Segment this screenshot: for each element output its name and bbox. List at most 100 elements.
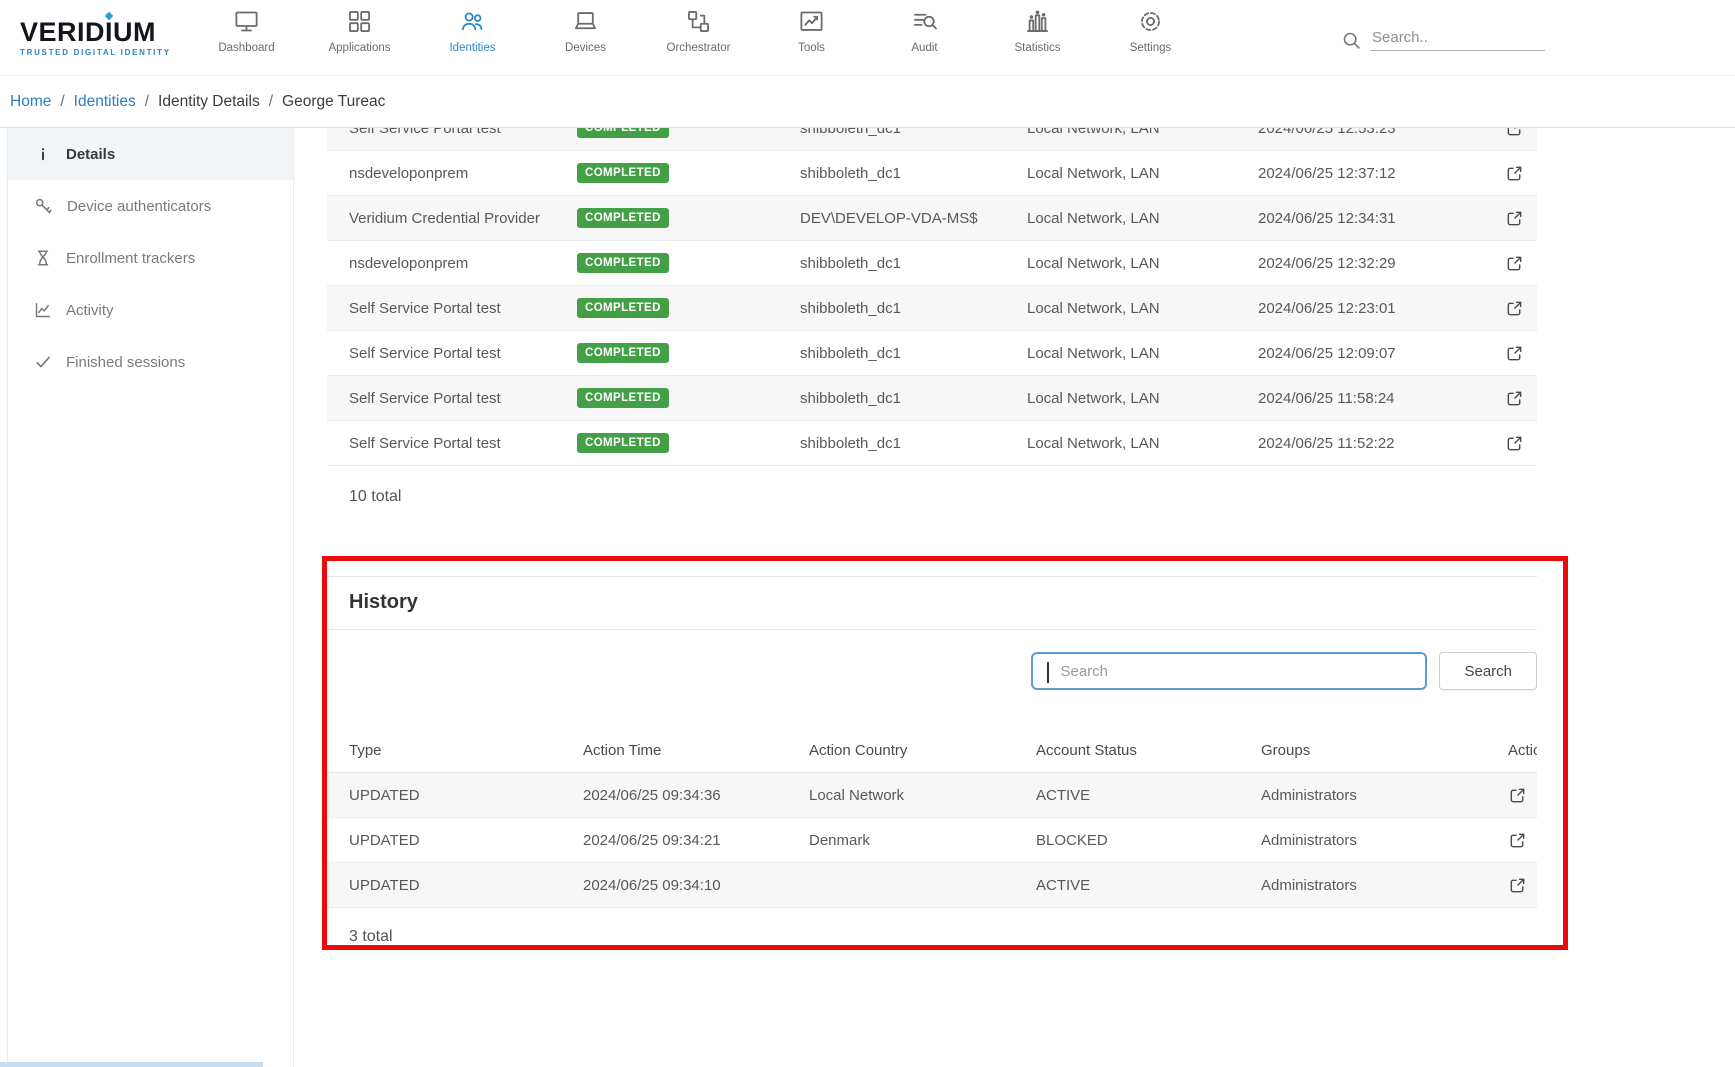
history-action-country: Denmark	[809, 832, 1036, 849]
breadcrumb-identities[interactable]: Identities	[74, 93, 136, 111]
open-session-icon[interactable]	[1505, 389, 1524, 408]
history-section: History Search Type Action Time Action C…	[327, 576, 1537, 978]
session-row: Self Service Portal test COMPLETED shibb…	[327, 286, 1537, 331]
status-badge: COMPLETED	[577, 298, 669, 318]
history-type: UPDATED	[349, 832, 583, 849]
history-search-input[interactable]	[1033, 654, 1425, 688]
nav-item-statistics[interactable]: Statistics	[981, 8, 1094, 54]
veridium-logo[interactable]: VERIDIUM TRUSTED DIGITAL IDENTITY	[0, 19, 190, 57]
nav-label: Settings	[1130, 42, 1172, 54]
session-row: Self Service Portal test COMPLETED shibb…	[327, 128, 1537, 151]
history-total: 3 total	[327, 908, 1537, 978]
nav-item-identities[interactable]: Identities	[416, 8, 529, 54]
history-action-time: 2024/06/25 09:34:36	[583, 787, 809, 804]
open-history-icon[interactable]	[1508, 786, 1527, 805]
history-account-status: ACTIVE	[1036, 787, 1261, 804]
column-header-type: Type	[349, 742, 583, 759]
open-session-icon[interactable]	[1505, 299, 1524, 318]
nav-item-settings[interactable]: Settings	[1094, 8, 1207, 54]
history-row: UPDATED 2024/06/25 09:34:36 Local Networ…	[327, 773, 1537, 818]
session-application: Self Service Portal test	[349, 128, 577, 137]
sessions-table: Self Service Portal test COMPLETED shibb…	[327, 128, 1537, 536]
session-row: nsdeveloponprem COMPLETED shibboleth_dc1…	[327, 151, 1537, 196]
logo-name: VERIDIUM	[20, 19, 190, 46]
sidebar-item-finished-sessions[interactable]: Finished sessions	[8, 336, 293, 388]
hourglass-icon	[34, 249, 52, 267]
session-time: 2024/06/25 12:09:07	[1258, 345, 1505, 362]
sessions-rows: Self Service Portal test COMPLETED shibb…	[327, 128, 1537, 466]
orchestrator-icon	[685, 8, 712, 35]
bottom-left-strip	[0, 1062, 263, 1067]
session-application: Self Service Portal test	[349, 390, 577, 407]
session-network: Local Network, LAN	[1027, 435, 1258, 452]
identities-icon	[459, 8, 486, 35]
column-header-actions: Actions	[1508, 742, 1537, 759]
open-session-icon[interactable]	[1505, 434, 1524, 453]
session-network: Local Network, LAN	[1027, 300, 1258, 317]
nav-item-devices[interactable]: Devices	[529, 8, 642, 54]
session-application: nsdeveloponprem	[349, 255, 577, 272]
session-application: nsdeveloponprem	[349, 165, 577, 182]
breadcrumb: Home / Identities / Identity Details / G…	[0, 76, 1735, 128]
open-session-icon[interactable]	[1505, 344, 1524, 363]
nav-label: Dashboard	[218, 42, 274, 54]
history-groups: Administrators	[1261, 787, 1508, 804]
history-groups: Administrators	[1261, 877, 1508, 894]
sidebar-item-enrollment-trackers[interactable]: Enrollment trackers	[8, 232, 293, 284]
session-time: 2024/06/25 12:37:12	[1258, 165, 1505, 182]
session-row: Self Service Portal test COMPLETED shibb…	[327, 331, 1537, 376]
history-action-time: 2024/06/25 09:34:10	[583, 877, 809, 894]
breadcrumb-current-user: George Tureac	[282, 93, 385, 111]
history-account-status: BLOCKED	[1036, 832, 1261, 849]
main-content: Self Service Portal test COMPLETED shibb…	[327, 128, 1537, 1067]
tools-icon	[798, 8, 825, 35]
session-row: Veridium Credential Provider COMPLETED D…	[327, 196, 1537, 241]
session-application: Self Service Portal test	[349, 300, 577, 317]
history-action-time: 2024/06/25 09:34:21	[583, 832, 809, 849]
nav-label: Applications	[328, 42, 390, 54]
session-device: DEV\DEVELOP-VDA-MS$	[800, 210, 1027, 227]
nav-item-tools[interactable]: Tools	[755, 8, 868, 54]
session-network: Local Network, LAN	[1027, 165, 1258, 182]
sidebar-item-activity[interactable]: Activity	[8, 284, 293, 336]
nav-label: Devices	[565, 42, 606, 54]
global-search-input[interactable]	[1370, 25, 1545, 51]
session-time: 2024/06/25 12:32:29	[1258, 255, 1505, 272]
session-application: Veridium Credential Provider	[349, 210, 577, 227]
nav-item-dashboard[interactable]: Dashboard	[190, 8, 303, 54]
status-badge: COMPLETED	[577, 163, 669, 183]
session-application: Self Service Portal test	[349, 435, 577, 452]
breadcrumb-separator: /	[269, 93, 273, 111]
sidebar-item-details[interactable]: Details	[8, 128, 293, 180]
session-device: shibboleth_dc1	[800, 255, 1027, 272]
open-session-icon[interactable]	[1505, 209, 1524, 228]
history-table: Type Action Time Action Country Account …	[327, 728, 1537, 908]
history-type: UPDATED	[349, 787, 583, 804]
check-icon	[34, 353, 52, 371]
key-icon	[34, 197, 53, 216]
open-history-icon[interactable]	[1508, 876, 1527, 895]
audit-icon	[911, 8, 938, 35]
session-time: 2024/06/25 11:58:24	[1258, 390, 1505, 407]
page-layout: Details Device authenticators Enrollment…	[0, 128, 1735, 1067]
nav-item-audit[interactable]: Audit	[868, 8, 981, 54]
nav-item-applications[interactable]: Applications	[303, 8, 416, 54]
sidebar-item-device-authenticators[interactable]: Device authenticators	[8, 180, 293, 232]
session-device: shibboleth_dc1	[800, 300, 1027, 317]
history-table-header: Type Action Time Action Country Account …	[327, 728, 1537, 773]
sidebar-item-label: Details	[66, 146, 115, 163]
breadcrumb-home[interactable]: Home	[10, 93, 51, 111]
nav-item-orchestrator[interactable]: Orchestrator	[642, 8, 755, 54]
history-search-button[interactable]: Search	[1439, 652, 1537, 690]
history-groups: Administrators	[1261, 832, 1508, 849]
open-session-icon[interactable]	[1505, 254, 1524, 273]
open-session-icon[interactable]	[1505, 164, 1524, 183]
search-icon	[1341, 30, 1362, 51]
open-session-icon[interactable]	[1505, 128, 1524, 138]
logo-text: VERID	[20, 19, 105, 46]
history-header: History	[327, 577, 1537, 630]
session-network: Local Network, LAN	[1027, 345, 1258, 362]
session-network: Local Network, LAN	[1027, 390, 1258, 407]
open-history-icon[interactable]	[1508, 831, 1527, 850]
status-badge: COMPLETED	[577, 128, 669, 138]
